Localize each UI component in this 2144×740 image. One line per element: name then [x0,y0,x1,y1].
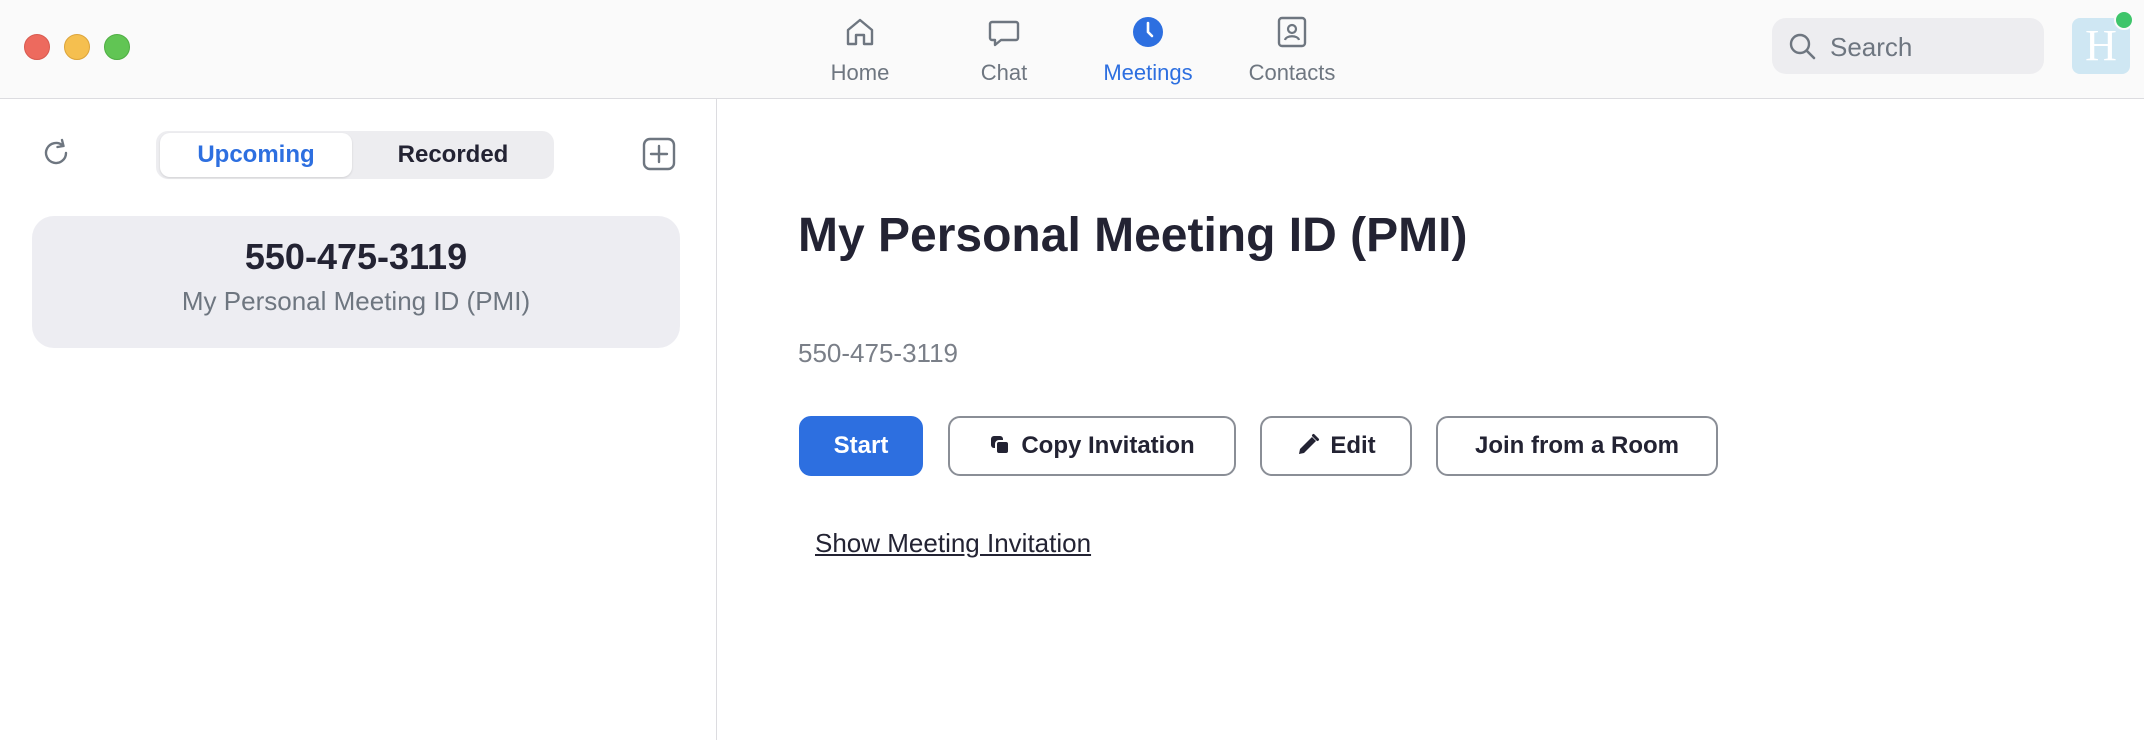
meeting-list-item-id: 550-475-3119 [244,236,468,277]
search-icon [1789,33,1816,60]
segment-recorded[interactable]: Recorded [356,133,550,177]
tab-meetings[interactable]: Meetings [1086,12,1210,88]
search-input[interactable] [1828,26,2032,68]
tab-contacts-label: Contacts [1248,60,1336,85]
edit-label: Edit [1330,432,1376,459]
clock-icon [1133,17,1163,47]
tab-contacts[interactable]: Contacts [1230,12,1354,88]
meeting-list-item-name: My Personal Meeting ID (PMI) [181,286,531,316]
meeting-list-item[interactable]: 550-475-3119 My Personal Meeting ID (PMI… [32,216,680,348]
tab-home[interactable]: Home [798,12,922,88]
home-icon [846,18,874,46]
chat-bubble-icon [988,20,1020,47]
close-window-button[interactable] [24,34,50,60]
online-status-indicator [2114,10,2134,30]
edit-button[interactable]: Edit [1260,416,1412,476]
search-box[interactable] [1772,18,2044,74]
zoom-window-button[interactable] [104,34,130,60]
show-meeting-invitation-link[interactable]: Show Meeting Invitation [815,528,1091,559]
tab-meetings-label: Meetings [1103,60,1193,85]
avatar-letter: H [2085,21,2117,70]
copy-icon [991,435,1011,455]
copy-invitation-button[interactable]: Copy Invitation [948,416,1236,476]
refresh-icon[interactable] [40,137,72,169]
page-title: My Personal Meeting ID (PMI) [798,209,1468,262]
add-meeting-icon[interactable] [642,137,676,171]
meeting-filter-segmented-control: Upcoming Recorded [156,131,554,179]
title-bar: Home Chat Meetings Contacts H [0,0,2144,99]
meeting-id-text: 550-475-3119 [798,338,958,368]
start-button[interactable]: Start [799,416,923,476]
tab-chat-label: Chat [980,60,1028,85]
contact-card-icon [1277,16,1307,48]
tab-chat[interactable]: Chat [942,12,1066,88]
meetings-sidebar: Upcoming Recorded 550-475-3119 My Person… [0,99,717,740]
join-from-room-button[interactable]: Join from a Room [1436,416,1718,476]
segment-upcoming[interactable]: Upcoming [160,133,352,177]
tab-home-label: Home [830,60,890,85]
pencil-icon [1299,433,1320,454]
copy-invitation-label: Copy Invitation [1021,432,1195,459]
minimize-window-button[interactable] [64,34,90,60]
